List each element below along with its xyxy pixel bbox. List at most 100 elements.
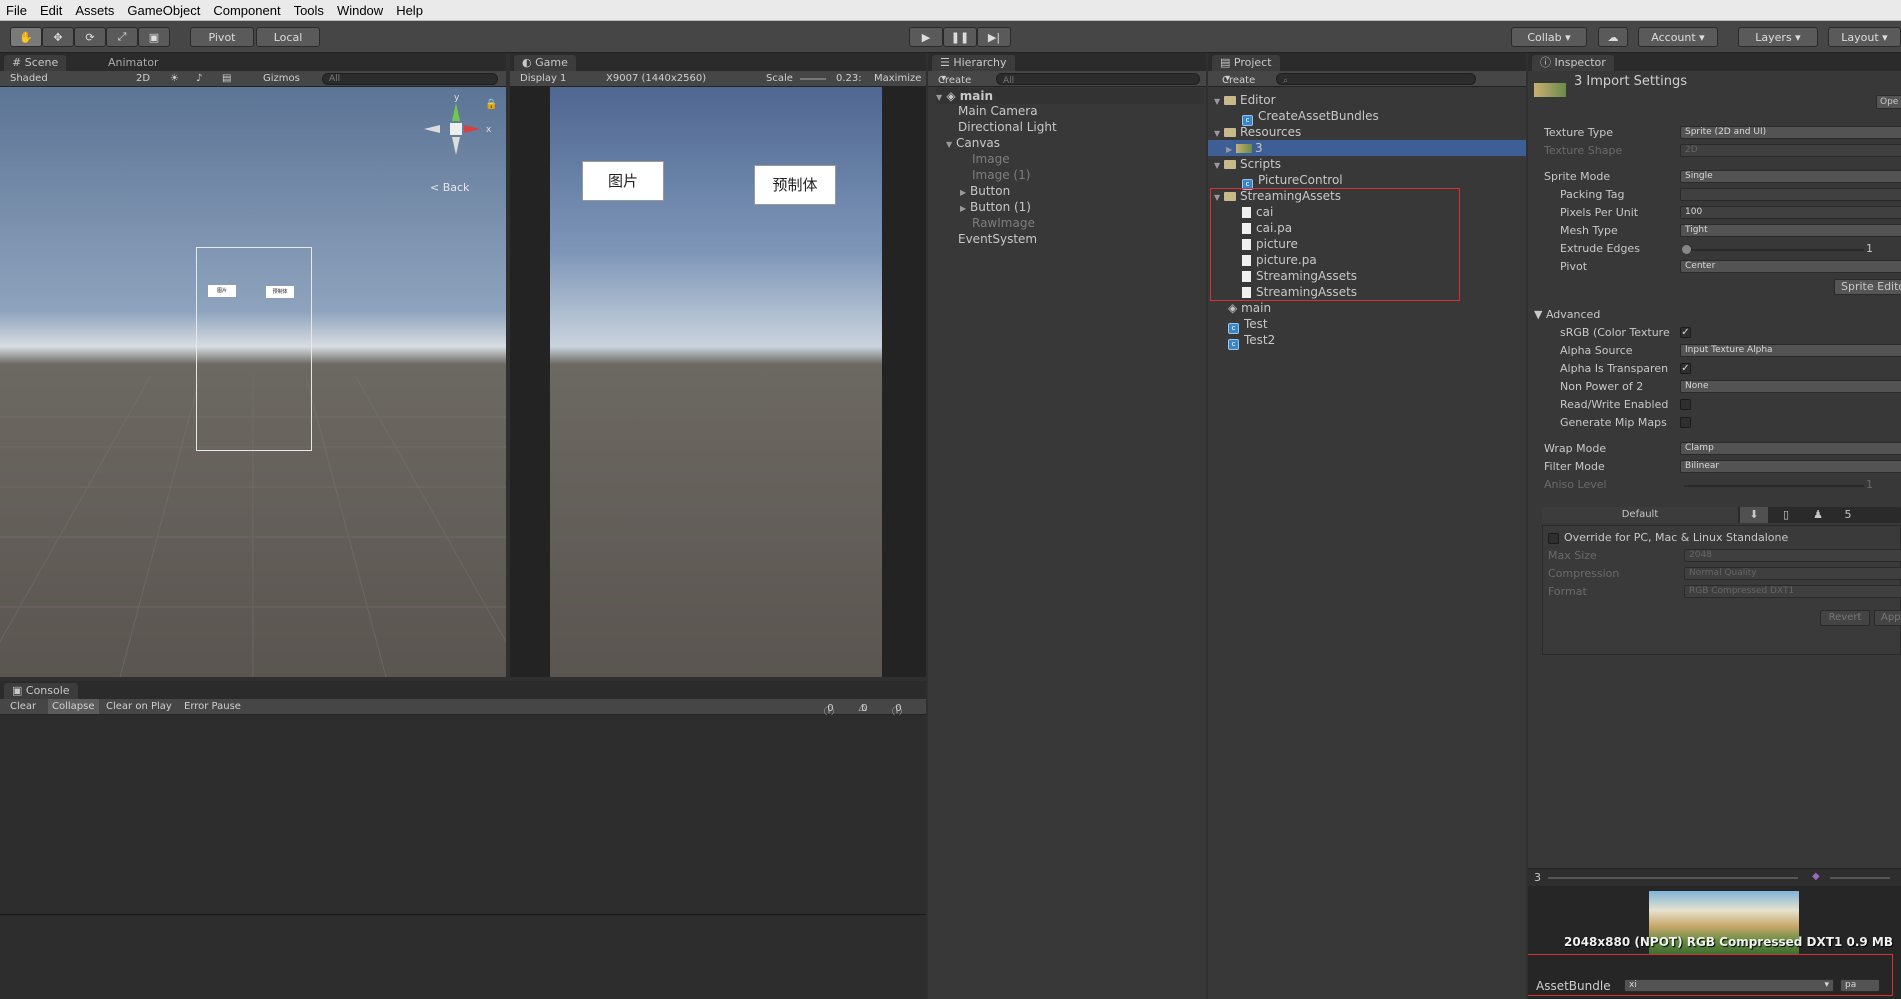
project-create-dropdown[interactable]: Create ▾ [1222, 73, 1255, 86]
project-item-3-selected[interactable]: ▶ 3 [1208, 140, 1526, 156]
alpha-transparency-checkbox[interactable]: ✓ [1680, 363, 1691, 374]
layout-dropdown[interactable]: Layout ▾ [1828, 27, 1901, 47]
mesh-type-dropdown[interactable]: Tight [1680, 224, 1901, 237]
collab-button[interactable]: Collab ▾ [1511, 27, 1587, 47]
console-info-toggle[interactable]: ⓘ 0 [824, 701, 834, 718]
pixels-per-unit-input[interactable]: 100 [1680, 206, 1901, 219]
pivot-toggle[interactable]: Pivot [190, 27, 254, 47]
project-item-test2[interactable]: c Test2 [1228, 332, 1275, 350]
platform-tab-default[interactable]: Default [1542, 507, 1738, 523]
tab-hierarchy[interactable]: ☰ Hierarchy [932, 55, 1015, 71]
platform-tab-standalone[interactable]: ⬇ [1740, 507, 1768, 523]
lighting-icon[interactable]: ☀ [170, 73, 179, 84]
hierarchy-search-input[interactable]: All [996, 73, 1200, 86]
alpha-source-dropdown[interactable]: Input Texture Alpha [1680, 344, 1901, 357]
hierarchy-item-button[interactable]: ▶ Button [960, 183, 1010, 199]
scale-tool-button[interactable]: ⤢ [106, 27, 138, 47]
preview-mip-icon[interactable]: ◆ [1812, 871, 1820, 882]
console-warning-toggle[interactable]: ⚠ 0 [858, 701, 868, 714]
tab-game[interactable]: ◐ Game [514, 55, 576, 71]
rect-tool-button[interactable]: ▣ [138, 27, 170, 47]
menu-edit[interactable]: Edit [40, 3, 62, 18]
lock-icon[interactable]: 🔒 [485, 99, 497, 110]
scene-search-input[interactable]: All [322, 73, 498, 85]
menu-file[interactable]: File [6, 3, 27, 18]
hierarchy-item-image-1[interactable]: Image (1) [972, 167, 1030, 183]
hierarchy-item-image[interactable]: Image [972, 151, 1010, 167]
maximize-toggle[interactable]: Maximize [874, 73, 921, 84]
hierarchy-item-button-1[interactable]: ▶ Button (1) [960, 199, 1031, 215]
hand-tool-button[interactable]: ✋ [10, 27, 42, 47]
preview-zoom-slider[interactable] [1830, 877, 1890, 879]
console-error-toggle[interactable]: ⓘ 0 [892, 701, 902, 718]
open-button[interactable]: Ope [1876, 95, 1901, 109]
effects-icon[interactable]: ▤ [222, 73, 231, 84]
read-write-checkbox[interactable] [1680, 399, 1691, 410]
shading-dropdown[interactable]: Shaded [10, 73, 48, 84]
move-tool-button[interactable]: ✥ [42, 27, 74, 47]
override-checkbox[interactable] [1548, 533, 1559, 544]
game-button-prefab[interactable]: 预制体 [754, 165, 836, 205]
layers-dropdown[interactable]: Layers ▾ [1738, 27, 1818, 47]
menu-help[interactable]: Help [396, 3, 423, 18]
project-item-createassetbundles[interactable]: c CreateAssetBundles [1242, 108, 1379, 126]
hierarchy-item-canvas[interactable]: ▼ Canvas [946, 135, 1000, 151]
audio-icon[interactable]: ♪ [196, 73, 202, 84]
console-collapse-toggle[interactable]: Collapse [48, 699, 99, 714]
project-item-scripts[interactable]: ▼ Scripts [1214, 156, 1281, 172]
preview-mip-slider[interactable] [1548, 877, 1798, 879]
project-item-test[interactable]: c Test [1228, 316, 1268, 334]
packing-tag-input[interactable] [1680, 188, 1901, 201]
scene-mini-button-2[interactable]: 预制体 [266, 286, 294, 298]
apply-button[interactable]: App [1874, 610, 1901, 626]
platform-tab-android[interactable]: ♟ [1804, 507, 1832, 523]
tab-animator[interactable]: Animator [100, 55, 167, 71]
canvas-outline[interactable] [196, 247, 312, 451]
console-error-pause-toggle[interactable]: Error Pause [184, 701, 241, 712]
platform-tab-ios[interactable]: ▯ [1772, 507, 1800, 523]
advanced-foldout[interactable]: ▼ Advanced [1534, 308, 1600, 321]
account-dropdown[interactable]: Account ▾ [1638, 27, 1718, 47]
tab-inspector[interactable]: ⓘ Inspector [1532, 55, 1614, 71]
menu-window[interactable]: Window [337, 3, 383, 18]
tab-console[interactable]: ▣ Console [4, 683, 78, 699]
assetbundle-dropdown[interactable]: xi ▾ [1624, 979, 1834, 992]
step-button[interactable]: ▶| [977, 27, 1011, 47]
hierarchy-item-main-camera[interactable]: Main Camera [958, 103, 1038, 119]
resolution-dropdown[interactable]: X9007 (1440x2560) [606, 73, 706, 84]
hierarchy-item-eventsystem[interactable]: EventSystem [958, 231, 1037, 247]
play-button[interactable]: ▶ [909, 27, 943, 47]
texture-type-dropdown[interactable]: Sprite (2D and UI) [1680, 126, 1901, 139]
pause-button[interactable]: ❚❚ [943, 27, 977, 47]
wrap-mode-dropdown[interactable]: Clamp [1680, 442, 1901, 455]
menu-tools[interactable]: Tools [294, 3, 324, 18]
game-button-picture[interactable]: 图片 [582, 161, 664, 201]
hierarchy-create-dropdown[interactable]: Create ▾ [938, 73, 971, 86]
menu-component[interactable]: Component [213, 3, 280, 18]
project-item-resources[interactable]: ▼ Resources [1214, 124, 1301, 140]
generate-mip-maps-checkbox[interactable] [1680, 417, 1691, 428]
project-item-editor[interactable]: ▼ Editor [1214, 92, 1276, 108]
display-dropdown[interactable]: Display 1 [520, 73, 566, 84]
gizmos-dropdown[interactable]: Gizmos [263, 73, 300, 84]
non-power-of-2-dropdown[interactable]: None [1680, 380, 1901, 393]
console-clear-on-play-toggle[interactable]: Clear on Play [106, 701, 172, 712]
hierarchy-item-directional-light[interactable]: Directional Light [958, 119, 1057, 135]
scene-back-link[interactable]: < Back [430, 181, 469, 194]
project-item-main-scene[interactable]: ◈ main [1228, 300, 1271, 316]
rotate-tool-button[interactable]: ⟳ [74, 27, 106, 47]
filter-mode-dropdown[interactable]: Bilinear [1680, 460, 1901, 473]
extrude-slider-handle[interactable] [1682, 245, 1691, 254]
project-item-picturecontrol[interactable]: c PictureControl [1242, 172, 1343, 190]
cloud-button[interactable]: ☁ [1598, 27, 1628, 47]
scene-viewport[interactable]: 图片 预制体 y x < Back 🔒 [0, 87, 506, 677]
revert-button[interactable]: Revert [1820, 610, 1870, 626]
srgb-checkbox[interactable]: ✓ [1680, 327, 1691, 338]
project-search-input[interactable]: ⌕ [1276, 73, 1476, 86]
hierarchy-scene-row[interactable]: ▼ ◈ main [936, 88, 1204, 104]
extrude-edges-slider[interactable] [1684, 249, 1864, 251]
platform-tab-webgl[interactable]: 5 [1834, 507, 1862, 523]
menu-gameobject[interactable]: GameObject [127, 3, 200, 18]
console-clear-button[interactable]: Clear [10, 701, 36, 712]
tab-project[interactable]: ▤ Project [1212, 55, 1280, 71]
